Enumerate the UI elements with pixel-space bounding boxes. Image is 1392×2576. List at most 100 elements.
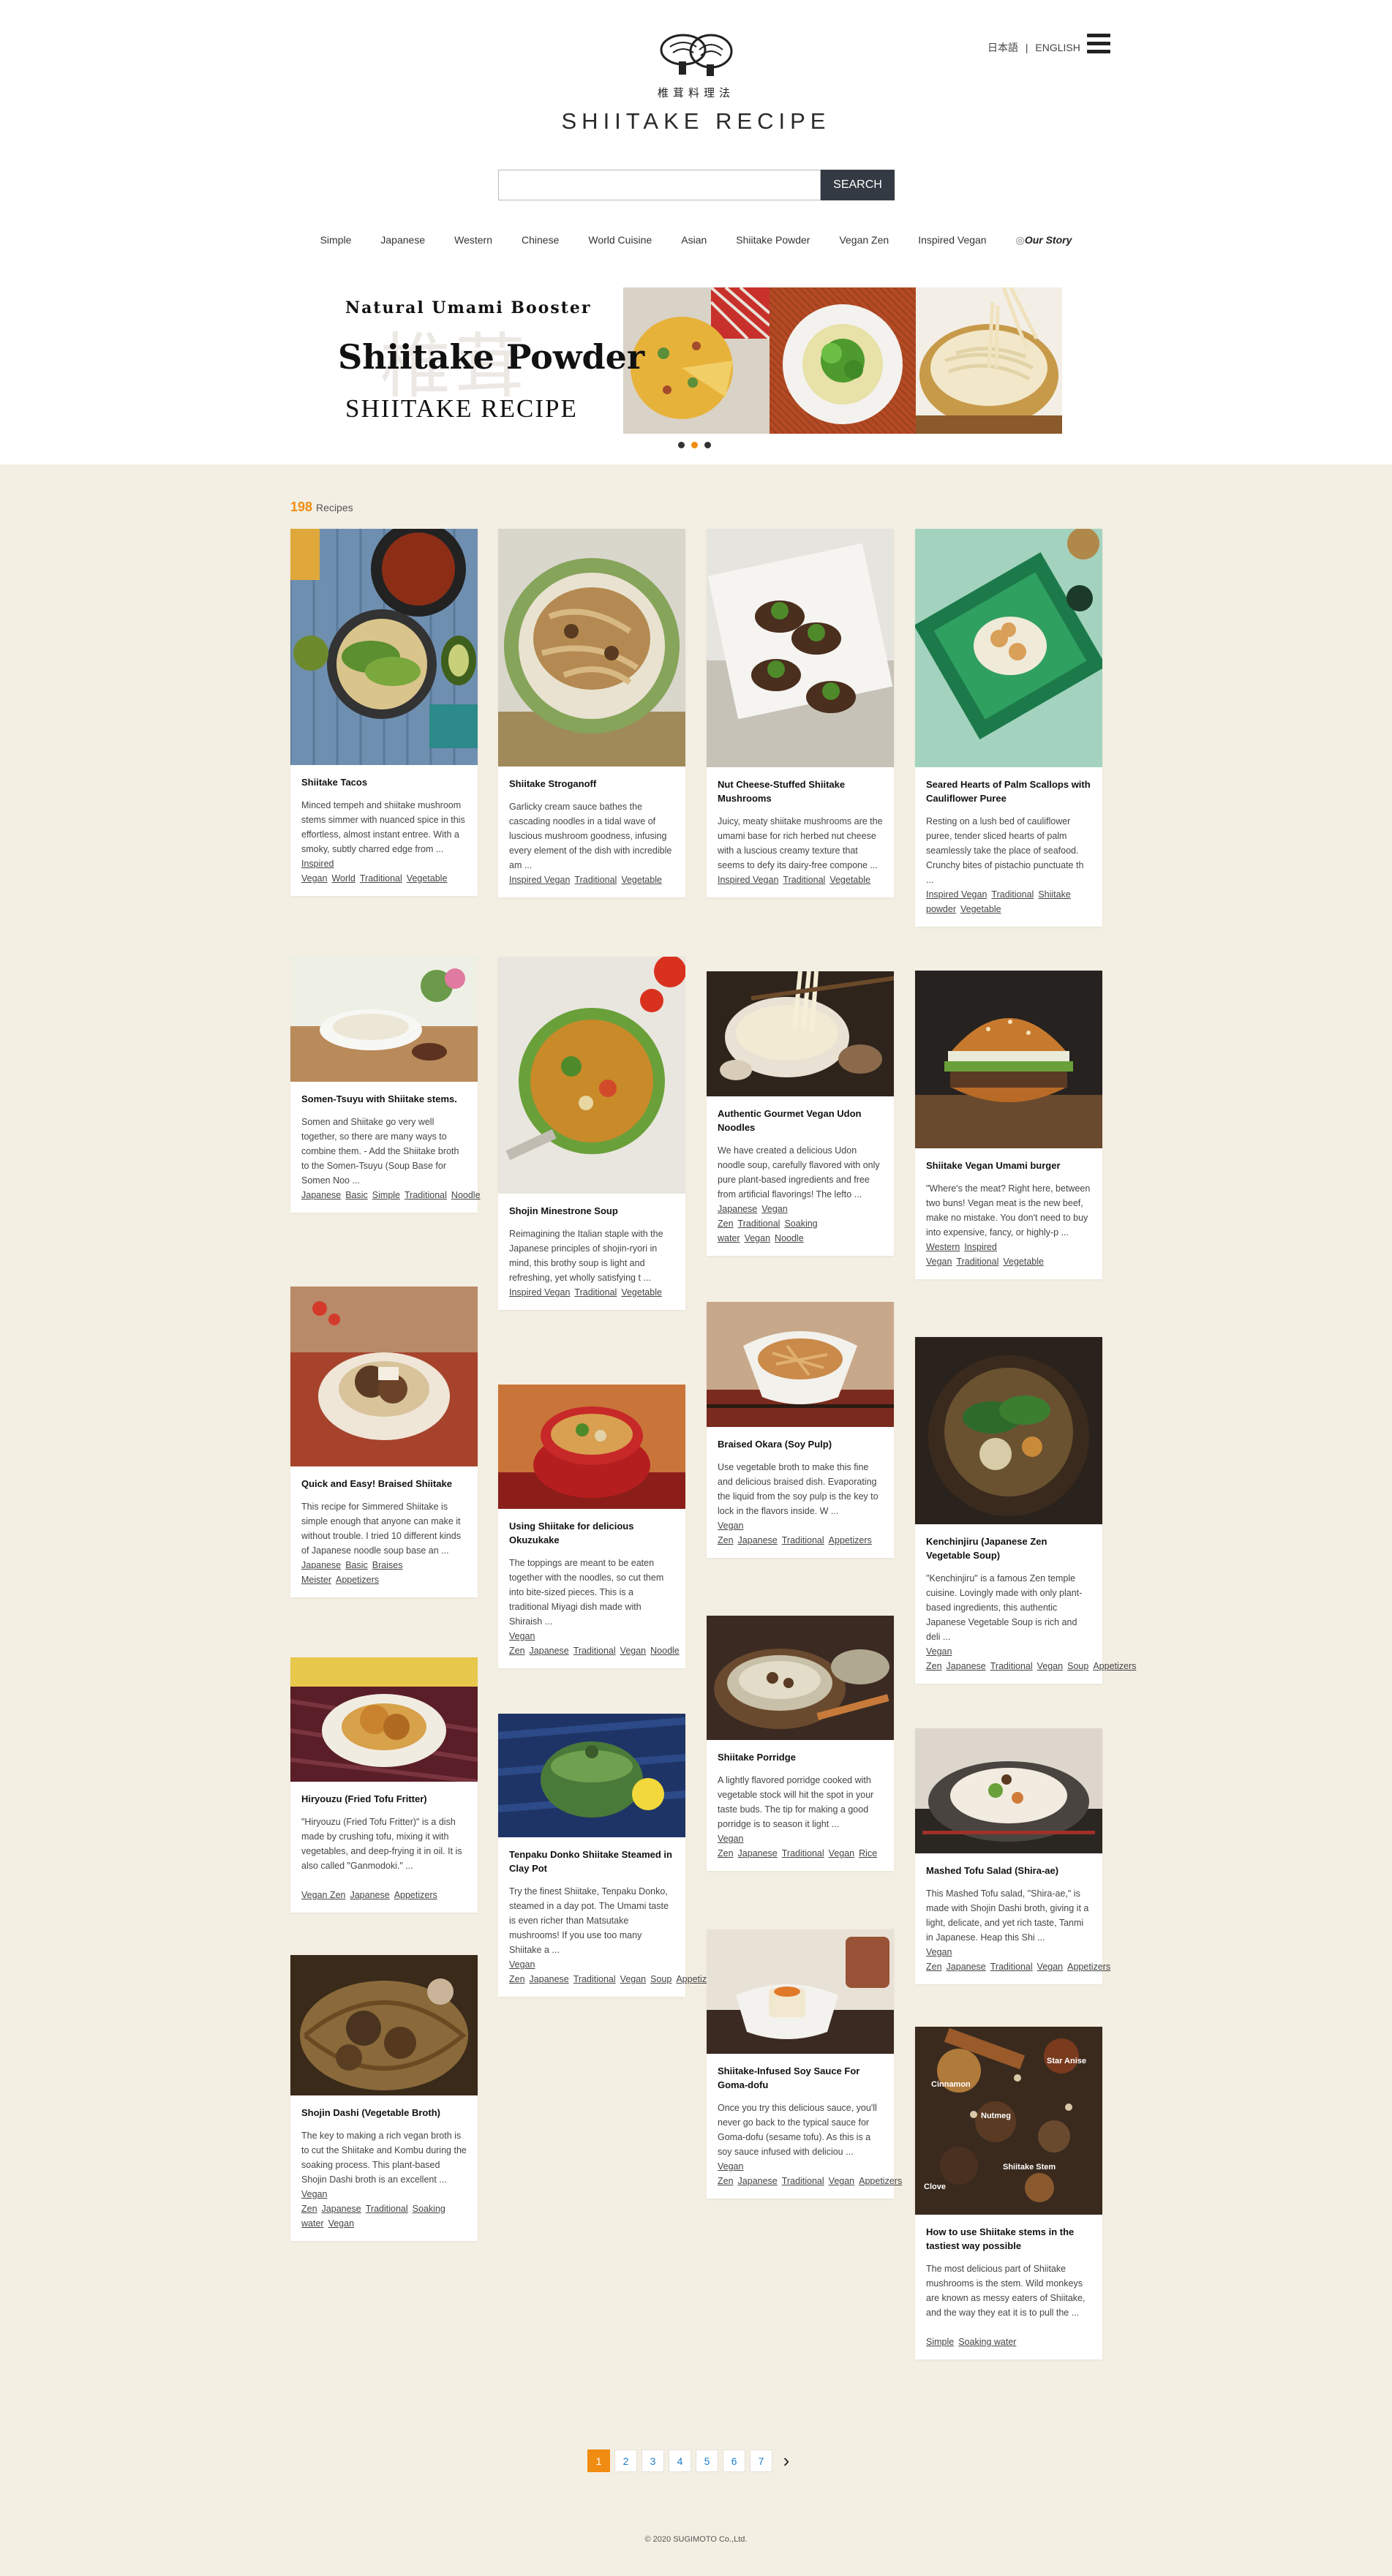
nav-world-cuisine[interactable]: World Cuisine <box>573 234 666 246</box>
tag-link[interactable]: Japanese <box>301 1190 341 1200</box>
tag-link[interactable]: Vegetable <box>960 904 1001 914</box>
tag-link[interactable]: Japanese <box>738 1848 778 1858</box>
recipe-card-hiryouzu[interactable]: Hiryouzu (Fried Tofu Fritter) "Hiryouzu … <box>290 1657 478 1913</box>
tag-link[interactable]: Japanese <box>947 1661 986 1671</box>
tag-link[interactable]: Vegan Zen <box>301 1890 345 1900</box>
tag-link[interactable]: Simple <box>372 1190 400 1200</box>
tag-link[interactable]: Rice <box>859 1848 877 1858</box>
tag-link[interactable]: Vegan <box>620 1646 646 1656</box>
tag-link[interactable]: Inspired Vegan <box>509 875 570 885</box>
tag-link[interactable]: Appetizers <box>1093 1661 1136 1671</box>
recipe-card-kenchinjiru[interactable]: Kenchinjiru (Japanese Zen Vegetable Soup… <box>915 1337 1136 1684</box>
tag-link[interactable]: Appetizers <box>394 1890 437 1900</box>
tag-link[interactable]: Inspired Vegan <box>509 1287 570 1298</box>
nav-asian[interactable]: Asian <box>666 234 721 246</box>
tag-link[interactable]: Noodle <box>451 1190 481 1200</box>
tag-link[interactable]: Appetizers <box>829 1535 872 1545</box>
site-logo[interactable]: 椎茸料理法 <box>622 29 770 100</box>
nav-chinese[interactable]: Chinese <box>507 234 573 246</box>
recipe-card-vegan-udon[interactable]: Authentic Gourmet Vegan Udon Noodles We … <box>707 971 894 1256</box>
tag-link[interactable]: Noodle <box>650 1646 680 1656</box>
tag-link[interactable]: Vegetable <box>829 875 870 885</box>
search-button[interactable]: SEARCH <box>821 170 895 200</box>
tag-link[interactable]: Vegan <box>1037 1661 1063 1671</box>
tag-link[interactable]: Vegan <box>620 1974 646 1984</box>
tag-link[interactable]: Japanese <box>350 1890 389 1900</box>
hamburger-menu-icon[interactable] <box>1087 34 1110 57</box>
tag-link[interactable]: Vegetable <box>407 873 448 884</box>
tag-link[interactable]: Traditional <box>405 1190 447 1200</box>
recipe-card-shira-ae[interactable]: Mashed Tofu Salad (Shira-ae) This Mashed… <box>915 1728 1110 1984</box>
tag-link[interactable]: Japanese <box>301 1560 341 1570</box>
tag-link[interactable]: Basic <box>345 1560 368 1570</box>
tag-link[interactable]: Traditional <box>574 875 617 885</box>
tag-link[interactable]: Vegan <box>1037 1962 1063 1972</box>
recipe-card-shiitake-porridge[interactable]: Shiitake Porridge A lightly flavored por… <box>707 1616 894 1871</box>
nav-our-story[interactable]: Our Story <box>1001 234 1087 246</box>
tag-link[interactable]: Traditional <box>782 2176 824 2186</box>
tag-link[interactable]: Inspired Vegan <box>301 859 334 884</box>
carousel-dot-1[interactable] <box>678 442 685 448</box>
recipe-card-nut-cheese-stuffed[interactable]: Nut Cheese-Stuffed Shiitake Mushrooms Ju… <box>707 529 894 897</box>
tag-link[interactable]: Traditional <box>956 1257 998 1267</box>
tag-link[interactable]: Traditional <box>573 1646 616 1656</box>
tag-link[interactable]: Japanese <box>947 1962 986 1972</box>
recipe-card-shiitake-stroganoff[interactable]: Shiitake Stroganoff Garlicky cream sauce… <box>498 529 685 897</box>
tag-link[interactable]: Traditional <box>990 1661 1033 1671</box>
tag-link[interactable]: Traditional <box>738 1219 780 1229</box>
tag-link[interactable]: Japanese <box>718 1204 757 1214</box>
tag-link[interactable]: Vegetable <box>621 875 662 885</box>
tag-link[interactable]: Vegetable <box>621 1287 662 1298</box>
page-1-button[interactable]: 1 <box>587 2449 610 2472</box>
carousel-dot-2[interactable] <box>691 442 698 448</box>
recipe-card-shiitake-stems[interactable]: Star Anise Cinnamon Nutmeg Shiitake Stem… <box>915 2027 1102 2360</box>
next-page-icon[interactable]: › <box>777 2449 796 2472</box>
recipe-card-braised-okara[interactable]: Braised Okara (Soy Pulp) Use vegetable b… <box>707 1302 894 1558</box>
recipe-card-goma-dofu-sauce[interactable]: Shiitake-Infused Soy Sauce For Goma-dofu… <box>707 1929 902 2199</box>
tag-link[interactable]: Traditional <box>991 889 1034 900</box>
search-input[interactable] <box>498 170 821 200</box>
page-7-button[interactable]: 7 <box>750 2449 772 2472</box>
recipe-card-shojin-minestrone[interactable]: Shojin Minestrone Soup Reimagining the I… <box>498 957 685 1310</box>
tag-link[interactable]: Inspired Vegan <box>718 875 778 885</box>
lang-english[interactable]: ENGLISH <box>1035 42 1080 53</box>
recipe-card-shiitake-tacos[interactable]: Shiitake Tacos Minced tempeh and shiitak… <box>290 529 478 896</box>
tag-link[interactable]: Soup <box>650 1974 671 1984</box>
tag-link[interactable]: Japanese <box>530 1646 569 1656</box>
tag-link[interactable]: Appetizers <box>859 2176 902 2186</box>
recipe-card-braised-shiitake[interactable]: Quick and Easy! Braised Shiitake This re… <box>290 1287 478 1597</box>
tag-link[interactable]: Japanese <box>738 2176 778 2186</box>
recipe-card-umami-burger[interactable]: Shiitake Vegan Umami burger "Where's the… <box>915 971 1102 1279</box>
tag-link[interactable]: Traditional <box>574 1287 617 1298</box>
tag-link[interactable]: Traditional <box>782 1535 824 1545</box>
tag-link[interactable]: Japanese <box>738 1535 778 1545</box>
carousel-dot-3[interactable] <box>704 442 711 448</box>
page-6-button[interactable]: 6 <box>723 2449 745 2472</box>
tag-link[interactable]: Japanese <box>530 1974 569 1984</box>
tag-link[interactable]: World <box>331 873 355 884</box>
tag-link[interactable]: Soup <box>1067 1661 1088 1671</box>
site-title[interactable]: SHIITAKE RECIPE <box>512 108 880 135</box>
page-4-button[interactable]: 4 <box>669 2449 691 2472</box>
page-2-button[interactable]: 2 <box>614 2449 637 2472</box>
tag-link[interactable]: Vegan <box>328 2218 354 2229</box>
tag-link[interactable]: Vegetable <box>1003 1257 1044 1267</box>
tag-link[interactable]: Noodle <box>775 1233 804 1243</box>
nav-vegan-zen[interactable]: Vegan Zen <box>824 234 903 246</box>
page-3-button[interactable]: 3 <box>642 2449 664 2472</box>
recipe-card-somen-tsuyu[interactable]: Somen-Tsuyu with Shiitake stems. Somen a… <box>290 957 481 1213</box>
page-5-button[interactable]: 5 <box>696 2449 718 2472</box>
tag-link[interactable]: Traditional <box>573 1974 616 1984</box>
nav-western[interactable]: Western <box>440 234 507 246</box>
tag-link[interactable]: Traditional <box>990 1962 1033 1972</box>
tag-link[interactable]: Vegan <box>829 2176 854 2186</box>
tag-link[interactable]: Japanese <box>322 2204 361 2214</box>
tag-link[interactable]: Traditional <box>783 875 825 885</box>
recipe-card-shojin-dashi[interactable]: Shojin Dashi (Vegetable Broth) The key t… <box>290 1955 478 2241</box>
lang-japanese[interactable]: 日本語 <box>987 42 1018 53</box>
tag-link[interactable]: Traditional <box>366 2204 408 2214</box>
tag-link[interactable]: Traditional <box>360 873 402 884</box>
tag-link[interactable]: Vegan <box>745 1233 770 1243</box>
nav-inspired-vegan[interactable]: Inspired Vegan <box>903 234 1001 246</box>
tag-link[interactable]: Appetizers <box>336 1575 379 1585</box>
